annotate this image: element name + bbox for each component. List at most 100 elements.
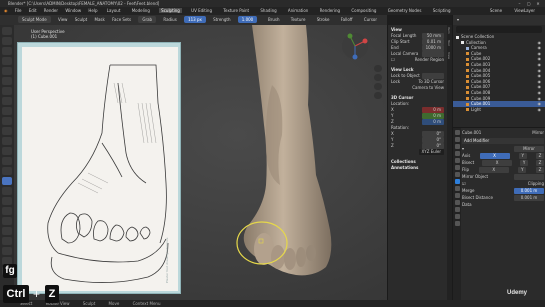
clay-brush-icon[interactable] <box>2 47 12 55</box>
menu-file[interactable]: File <box>15 8 22 13</box>
camera-to-view-checkbox[interactable]: Camera to View <box>412 85 444 91</box>
tab-item[interactable]: Item <box>447 27 451 34</box>
layer-brush-icon[interactable] <box>2 77 12 85</box>
tab-view[interactable]: View <box>447 52 451 59</box>
gizmo-x-axis[interactable] <box>362 38 368 44</box>
workspace-tab-shading[interactable]: Shading <box>258 8 278 13</box>
maximize-button[interactable]: ▢ <box>525 0 533 7</box>
axis-x-toggle[interactable]: X <box>479 153 510 159</box>
clay-thumb-brush-icon[interactable] <box>2 67 12 75</box>
inflate-brush-icon[interactable] <box>2 87 12 95</box>
add-modifier-button[interactable]: Add Modifier <box>462 138 544 144</box>
rotate-brush-icon[interactable] <box>2 237 12 245</box>
fifth-toe[interactable] <box>306 245 316 261</box>
menu-render[interactable]: Render <box>44 8 58 13</box>
menu-edit[interactable]: Edit <box>29 8 37 13</box>
minimize-button[interactable]: – <box>515 0 523 7</box>
bisect-z-toggle[interactable]: Z <box>535 160 544 166</box>
radius-field[interactable]: 113 px <box>184 16 206 23</box>
tab-tool[interactable]: Tool <box>447 40 451 46</box>
scene-selector[interactable]: Scene <box>490 8 502 13</box>
menu-sculpt[interactable]: Sculpt <box>75 17 88 22</box>
merge-distance-field[interactable]: 0.001 m <box>514 188 544 194</box>
zoom-icon[interactable] <box>374 65 382 72</box>
material-tab-icon[interactable] <box>454 214 460 219</box>
visibility-eye-icon[interactable]: ◉ <box>538 107 542 113</box>
texture-tab-icon[interactable] <box>454 221 460 226</box>
render-region-row[interactable]: ☐ Render Region <box>391 57 444 63</box>
slide-relax-brush-icon[interactable] <box>2 247 12 255</box>
blob-brush-icon[interactable] <box>2 97 12 105</box>
workspace-tab-compositing[interactable]: Compositing <box>349 8 378 13</box>
reference-image-panel[interactable]: Plaster foot drawing reference <box>17 42 181 294</box>
big-toe[interactable] <box>254 233 274 265</box>
outliner-search-input[interactable] <box>456 26 542 33</box>
scene-tab-icon[interactable] <box>454 158 460 163</box>
thumb-brush-icon[interactable] <box>2 207 12 215</box>
smooth-brush-icon[interactable] <box>2 117 12 125</box>
outliner-filter-icon[interactable]: ▾ <box>457 17 459 22</box>
render-region-checkbox[interactable]: ☐ <box>391 57 395 63</box>
flip-z-toggle[interactable]: Z <box>535 167 544 173</box>
mode-selector[interactable]: Sculpt Mode <box>18 16 51 23</box>
brush-menu[interactable]: Brush <box>268 17 280 22</box>
blender-logo-icon[interactable]: ◉ <box>4 8 8 13</box>
gizmo-y-axis[interactable] <box>347 33 353 39</box>
workspace-tab-rendering[interactable]: Rendering <box>318 8 342 13</box>
camera-view-icon[interactable] <box>374 83 382 90</box>
menu-help[interactable]: Help <box>88 8 97 13</box>
data-subpanel-row[interactable]: Data <box>462 202 544 208</box>
object-tab-icon[interactable] <box>454 172 460 177</box>
menu-view[interactable]: View <box>58 17 68 22</box>
brush-selector[interactable]: Grab <box>138 16 157 23</box>
pose-brush-icon[interactable] <box>2 217 12 225</box>
axis-z-toggle[interactable]: Z <box>535 153 544 159</box>
clipping-checkbox[interactable]: ☑ <box>462 181 466 187</box>
cursor-loc-z-field[interactable]: 0 m <box>422 119 444 125</box>
workspace-tab-modeling[interactable]: Modeling <box>130 8 152 13</box>
view-layer-selector[interactable]: ViewLayer <box>514 8 535 13</box>
bisect-distance-field[interactable]: 0.001 m <box>514 195 544 201</box>
workspace-tab-texture-paint[interactable]: Texture Paint <box>221 8 251 13</box>
third-toe[interactable] <box>284 248 296 270</box>
data-subpanel-label[interactable]: Data <box>462 202 472 208</box>
workspace-tab-layout[interactable]: Layout <box>105 8 123 13</box>
grid-view-icon[interactable] <box>374 92 382 99</box>
grab-brush-icon[interactable] <box>2 177 12 185</box>
physics-tab-icon[interactable] <box>454 193 460 198</box>
axis-y-toggle[interactable]: Y <box>518 153 527 159</box>
scrape-brush-icon[interactable] <box>2 147 12 155</box>
stroke-menu[interactable]: Stroke <box>317 17 330 22</box>
crease-brush-icon[interactable] <box>2 107 12 115</box>
hand-pan-icon[interactable] <box>374 74 382 81</box>
falloff-menu[interactable]: Falloff <box>341 17 353 22</box>
modifier-expand-icon[interactable]: ▾ <box>462 146 464 152</box>
pinch-brush-icon[interactable] <box>2 167 12 175</box>
elastic-deform-brush-icon[interactable] <box>2 187 12 195</box>
menu-face-sets[interactable]: Face Sets <box>112 17 131 22</box>
texture-menu[interactable]: Texture <box>291 17 306 22</box>
rotation-mode-select[interactable]: XYZ Euler <box>418 149 444 155</box>
navigation-gizmo[interactable] <box>340 31 370 61</box>
3d-viewport[interactable]: User Perspective (1) Cube.001 Plaster fo… <box>14 25 387 300</box>
draw-sharp-brush-icon[interactable] <box>2 37 12 45</box>
bisect-y-toggle[interactable]: Y <box>520 160 529 166</box>
outliner-row[interactable]: Light ◉ <box>453 107 545 113</box>
fourth-toe[interactable] <box>296 247 306 267</box>
multiplane-scrape-brush-icon[interactable] <box>2 157 12 165</box>
clay-strips-brush-icon[interactable] <box>2 57 12 65</box>
workspace-tab-scripting[interactable]: Scripting <box>431 8 453 13</box>
modifier-name-field[interactable]: Mirror <box>514 146 544 152</box>
menu-window[interactable]: Window <box>65 8 81 13</box>
second-toe[interactable] <box>271 245 285 269</box>
close-button[interactable]: ✕ <box>534 0 542 7</box>
flatten-brush-icon[interactable] <box>2 127 12 135</box>
data-tab-icon[interactable] <box>454 207 460 212</box>
bisect-x-toggle[interactable]: X <box>482 160 513 166</box>
snake-hook-brush-icon[interactable] <box>2 197 12 205</box>
menu-mask[interactable]: Mask <box>95 17 105 22</box>
fill-brush-icon[interactable] <box>2 137 12 145</box>
flip-y-toggle[interactable]: Y <box>518 167 527 173</box>
workspace-tab-geometry-nodes[interactable]: Geometry Nodes <box>386 8 424 13</box>
render-tab-icon[interactable] <box>454 137 460 142</box>
